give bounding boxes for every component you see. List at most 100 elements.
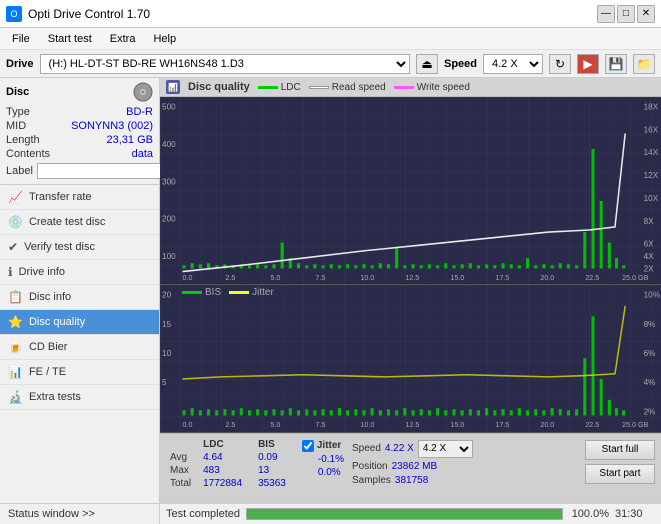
sidebar-item-fe-te[interactable]: 📊 FE / TE (0, 360, 159, 385)
sidebar-item-label: FE / TE (29, 366, 66, 378)
svg-text:2.5: 2.5 (225, 420, 235, 429)
ldc-header: LDC (195, 438, 250, 451)
progress-bar-container (246, 508, 563, 520)
disc-contents-row: Contents data (6, 148, 153, 160)
svg-text:10: 10 (162, 349, 171, 358)
jitter-checkbox[interactable] (302, 440, 314, 452)
minimize-button[interactable]: — (597, 5, 615, 23)
max-label: Max (166, 464, 195, 477)
sidebar-item-label: Verify test disc (24, 241, 95, 253)
svg-text:6X: 6X (644, 240, 654, 249)
svg-text:15.0: 15.0 (450, 273, 464, 282)
menu-extra[interactable]: Extra (102, 31, 144, 47)
disc-label-label: Label (6, 165, 33, 177)
create-test-disc-icon: 💿 (8, 215, 23, 229)
write-speed-label: Write speed (417, 82, 470, 93)
disc-type-row: Type BD-R (6, 106, 153, 118)
close-button[interactable]: ✕ (637, 5, 655, 23)
sidebar-item-label: Transfer rate (29, 191, 92, 203)
maximize-button[interactable]: □ (617, 5, 635, 23)
jitter-avg-value: -0.1% (302, 454, 344, 465)
title-bar: O Opti Drive Control 1.70 — □ ✕ (0, 0, 661, 28)
svg-text:500: 500 (162, 103, 176, 112)
svg-text:7.5: 7.5 (315, 273, 325, 282)
samples-label: Samples (352, 475, 391, 486)
status-window-button[interactable]: Status window >> (0, 503, 159, 524)
sidebar-item-disc-info[interactable]: 📋 Disc info (0, 285, 159, 310)
disc-type-value: BD-R (126, 106, 153, 118)
svg-text:12X: 12X (644, 171, 659, 180)
cd-bier-icon: 🍺 (8, 340, 23, 354)
chart-legend: LDC Read speed Write speed (258, 82, 470, 93)
bis-header: BIS (250, 438, 294, 451)
start-part-button[interactable]: Start part (585, 464, 655, 484)
drive-eject-button[interactable]: ⏏ (416, 54, 438, 74)
charts-wrapper: 500 400 300 200 100 18X 16X 14X 12X 10X … (160, 97, 661, 432)
speed-stat-value: 4.22 X (385, 443, 414, 454)
bottom-chart: BIS Jitter 20 15 10 5 (160, 285, 661, 432)
position-label: Position (352, 461, 388, 472)
drive-info-icon: ℹ (8, 265, 13, 279)
sidebar: Disc Type BD-R MID SONYNN3 (002) Length … (0, 78, 160, 524)
bottom-chart-svg: 20 15 10 5 10% 8% 6% 4% 2% 0.0 2.5 5.0 (160, 285, 661, 431)
svg-text:8X: 8X (644, 217, 654, 226)
svg-text:6%: 6% (644, 349, 656, 358)
svg-text:0.0: 0.0 (182, 273, 192, 282)
svg-text:17.5: 17.5 (495, 420, 509, 429)
svg-text:25.0 GB: 25.0 GB (622, 420, 648, 429)
max-bis-value: 13 (250, 464, 294, 477)
sidebar-item-extra-tests[interactable]: 🔬 Extra tests (0, 385, 159, 410)
svg-text:10.0: 10.0 (360, 273, 374, 282)
progress-section: Test completed 100.0% 31:30 (160, 503, 661, 524)
svg-text:200: 200 (162, 215, 176, 224)
ldc-color (258, 86, 278, 89)
drive-button-2[interactable]: 💾 (605, 54, 627, 74)
sidebar-item-disc-quality[interactable]: ⭐ Disc quality (0, 310, 159, 335)
status-window-label: Status window >> (8, 508, 95, 520)
drive-button-save[interactable]: 📁 (633, 54, 655, 74)
disc-panel-title: Disc (6, 86, 29, 98)
svg-text:14X: 14X (644, 149, 659, 158)
sidebar-item-create-test-disc[interactable]: 💿 Create test disc (0, 210, 159, 235)
sidebar-item-drive-info[interactable]: ℹ Drive info (0, 260, 159, 285)
jitter-label: Jitter (317, 440, 341, 451)
drive-button-1[interactable]: ▶ (577, 54, 599, 74)
svg-text:2%: 2% (644, 408, 656, 417)
menu-bar: File Start test Extra Help (0, 28, 661, 50)
svg-text:12.5: 12.5 (405, 273, 419, 282)
menu-file[interactable]: File (4, 31, 38, 47)
chart-title: Disc quality (188, 81, 250, 93)
speed-select[interactable]: 4.2 X (483, 54, 543, 74)
disc-length-row: Length 23,31 GB (6, 134, 153, 146)
status-text: Test completed (166, 508, 240, 520)
sidebar-item-verify-test-disc[interactable]: ✔ Verify test disc (0, 235, 159, 260)
avg-ldc-value: 4.64 (195, 451, 250, 464)
drive-select[interactable]: (H:) HL-DT-ST BD-RE WH16NS48 1.D3 (40, 54, 410, 74)
total-bis-value: 35363 (250, 477, 294, 490)
svg-text:100: 100 (162, 252, 176, 261)
disc-panel: Disc Type BD-R MID SONYNN3 (002) Length … (0, 78, 159, 185)
disc-label-input[interactable] (37, 163, 175, 179)
menu-help[interactable]: Help (145, 31, 184, 47)
start-full-button[interactable]: Start full (585, 440, 655, 460)
sidebar-item-cd-bier[interactable]: 🍺 CD Bier (0, 335, 159, 360)
sidebar-item-transfer-rate[interactable]: 📈 Transfer rate (0, 185, 159, 210)
svg-text:7.5: 7.5 (315, 420, 325, 429)
disc-length-value: 23,31 GB (107, 134, 153, 146)
sidebar-item-label: Disc info (29, 291, 71, 303)
top-chart-svg: 500 400 300 200 100 18X 16X 14X 12X 10X … (160, 97, 661, 284)
content-area: 📊 Disc quality LDC Read speed Write spee… (160, 78, 661, 524)
svg-text:18X: 18X (644, 103, 659, 112)
stats-table: LDC BIS Avg 4.64 0.09 Max 483 13 Total 1… (166, 438, 294, 490)
speed-stat-select[interactable]: 4.2 X (418, 440, 473, 458)
svg-text:5.0: 5.0 (270, 273, 280, 282)
speed-refresh-button[interactable]: ↻ (549, 54, 571, 74)
svg-text:20: 20 (162, 291, 171, 300)
transfer-rate-icon: 📈 (8, 190, 23, 204)
avg-label: Avg (166, 451, 195, 464)
svg-text:400: 400 (162, 140, 176, 149)
svg-text:4%: 4% (644, 379, 656, 388)
jitter-legend-label: Jitter (229, 287, 274, 298)
svg-text:2.5: 2.5 (225, 273, 235, 282)
menu-start-test[interactable]: Start test (40, 31, 100, 47)
